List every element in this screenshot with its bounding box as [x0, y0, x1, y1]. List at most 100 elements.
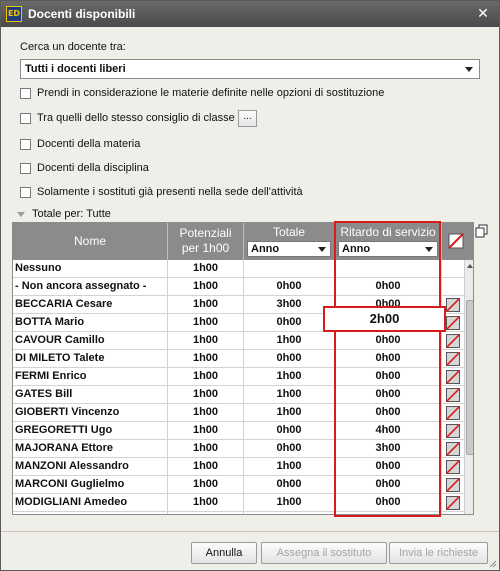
cancel-button[interactable]: Annulla: [191, 542, 257, 564]
option-docenti-materia[interactable]: Docenti della materia: [20, 137, 140, 151]
cell-totale: 0h00: [244, 512, 335, 514]
scroll-up-icon[interactable]: [467, 264, 473, 268]
unavailable-icon[interactable]: [446, 478, 460, 492]
cell-unavailable[interactable]: [442, 494, 464, 512]
unavailable-icon[interactable]: [446, 406, 460, 420]
unavailable-icon[interactable]: [446, 388, 460, 402]
table-row[interactable]: GATES Bill 1h00 1h00 0h00: [13, 386, 464, 404]
cell-ritardo: 0h00: [335, 332, 442, 350]
option-label: Solamente i sostituti già presenti nella…: [37, 186, 303, 198]
checkbox[interactable]: [20, 112, 31, 124]
option-sede-attivita[interactable]: Solamente i sostituti già presenti nella…: [20, 185, 303, 199]
cell-ritardo: 0h00: [335, 512, 442, 514]
unavailable-icon[interactable]: [446, 424, 460, 438]
more-options-button[interactable]: ...: [238, 110, 257, 127]
cell-ritardo: 0h00: [335, 278, 442, 296]
highlight-cell-value: 2h00: [323, 306, 446, 332]
cell-totale: 0h00: [244, 440, 335, 458]
table-row[interactable]: - Non ancora assegnato -1h00 0h00 0h00: [13, 278, 464, 296]
cell-unavailable[interactable]: [442, 512, 464, 515]
totale-period-select[interactable]: Anno: [247, 241, 331, 257]
column-header-unavailable[interactable]: [442, 223, 473, 260]
cell-ritardo: 0h00: [335, 476, 442, 494]
cell-unavailable[interactable]: [442, 422, 464, 440]
assign-substitute-button[interactable]: Assegna il sostituto: [261, 542, 387, 564]
cell-nome: BECCARIA Cesare: [13, 296, 168, 314]
cell-totale: 0h00: [244, 314, 335, 332]
cell-potenziali: 1h00: [168, 350, 244, 368]
cell-totale: 0h00: [244, 278, 335, 296]
table-row[interactable]: MODIGLIANI Amedeo 1h00 1h00 0h00: [13, 494, 464, 512]
copy-icon[interactable]: [475, 224, 489, 238]
cell-unavailable[interactable]: [442, 386, 464, 404]
cell-ritardo: 0h00: [335, 368, 442, 386]
checkbox[interactable]: [20, 138, 31, 150]
checkbox[interactable]: [20, 186, 31, 198]
cell-potenziali: 1h00: [168, 404, 244, 422]
ritardo-period-select[interactable]: Anno: [338, 241, 438, 257]
table-row[interactable]: CAVOUR Camillo 1h00 1h00 0h00: [13, 332, 464, 350]
table-row[interactable]: PELLICO Silvio1h000h000h00: [13, 512, 464, 515]
close-icon[interactable]: ✕: [475, 5, 491, 21]
cell-totale: [244, 260, 335, 278]
title-bar[interactable]: ED Docenti disponibili ✕: [1, 1, 499, 27]
cell-potenziali: 1h00: [168, 440, 244, 458]
checkbox[interactable]: [20, 87, 31, 99]
unavailable-icon[interactable]: [446, 370, 460, 384]
totale-per-toggle[interactable]: Totale per: Tutte: [17, 208, 111, 220]
cell-unavailable[interactable]: [442, 440, 464, 458]
scroll-thumb[interactable]: [466, 300, 473, 455]
cell-unavailable[interactable]: [442, 404, 464, 422]
cell-unavailable[interactable]: [442, 476, 464, 494]
collapse-triangle-icon: [17, 211, 25, 217]
unavailable-icon[interactable]: [446, 316, 460, 330]
cell-unavailable[interactable]: [442, 332, 464, 350]
option-consiglio-classe[interactable]: Tra quelli dello stesso consiglio di cla…: [20, 111, 235, 125]
send-requests-button[interactable]: Invia le richieste: [389, 542, 488, 564]
option-label: Prendi in considerazione le materie defi…: [37, 87, 385, 99]
teacher-filter-select[interactable]: Tutti i docenti liberi: [20, 59, 480, 79]
column-header-potenziali[interactable]: Potenziali per 1h00: [168, 223, 244, 260]
potenziali-line1: Potenziali: [179, 226, 232, 240]
table-row[interactable]: MAJORANA Ettore 1h00 0h00 3h00: [13, 440, 464, 458]
unavailable-icon[interactable]: [446, 334, 460, 348]
totale-per-label: Totale per: Tutte: [32, 208, 111, 220]
unavailable-icon[interactable]: [446, 460, 460, 474]
potenziali-line2: per 1h00: [181, 241, 230, 255]
resize-grip-icon[interactable]: [487, 558, 497, 568]
cell-potenziali: 1h00: [168, 260, 244, 278]
column-header-ritardo: Ritardo di servizio Anno: [335, 223, 442, 260]
table-row[interactable]: DI MILETO Talete 1h00 0h00 0h00: [13, 350, 464, 368]
unavailable-icon[interactable]: [446, 514, 460, 515]
table-row[interactable]: MANZONI Alessandro 1h00 1h00 0h00: [13, 458, 464, 476]
cell-unavailable[interactable]: [442, 368, 464, 386]
table-row[interactable]: GIOBERTI Vincenzo 1h00 1h00 0h00: [13, 404, 464, 422]
cell-unavailable[interactable]: [442, 350, 464, 368]
unavailable-icon[interactable]: [446, 352, 460, 366]
table-row[interactable]: FERMI Enrico 1h00 1h00 0h00: [13, 368, 464, 386]
cell-nome: GATES Bill: [13, 386, 168, 404]
table-row[interactable]: GREGORETTI Ugo 1h00 0h00 4h00: [13, 422, 464, 440]
column-header-totale: Totale Anno: [244, 223, 335, 260]
cell-totale: 1h00: [244, 404, 335, 422]
vertical-scrollbar[interactable]: [464, 260, 473, 514]
table-row[interactable]: Nessuno 1h00: [13, 260, 464, 278]
cell-nome: MANZONI Alessandro: [13, 458, 168, 476]
cell-unavailable[interactable]: [442, 458, 464, 476]
table-row[interactable]: MARCONI Guglielmo 1h00 0h00 0h00: [13, 476, 464, 494]
cell-totale: 0h00: [244, 422, 335, 440]
cell-nome: MODIGLIANI Amedeo: [13, 494, 168, 512]
unavailable-icon[interactable]: [446, 442, 460, 456]
checkbox[interactable]: [20, 162, 31, 174]
ritardo-title: Ritardo di servizio: [340, 225, 436, 239]
column-header-nome[interactable]: Nome: [13, 223, 168, 260]
unavailable-icon[interactable]: [446, 298, 460, 312]
cell-nome: Nessuno: [13, 260, 168, 278]
chevron-down-icon: [425, 247, 433, 252]
cell-nome: PELLICO Silvio: [13, 512, 168, 514]
option-docenti-disciplina[interactable]: Docenti della disciplina: [20, 161, 149, 175]
unavailable-icon: [448, 233, 464, 249]
unavailable-icon[interactable]: [446, 496, 460, 510]
option-materie-opzioni[interactable]: Prendi in considerazione le materie defi…: [20, 86, 384, 100]
cell-ritardo: 0h00: [335, 458, 442, 476]
